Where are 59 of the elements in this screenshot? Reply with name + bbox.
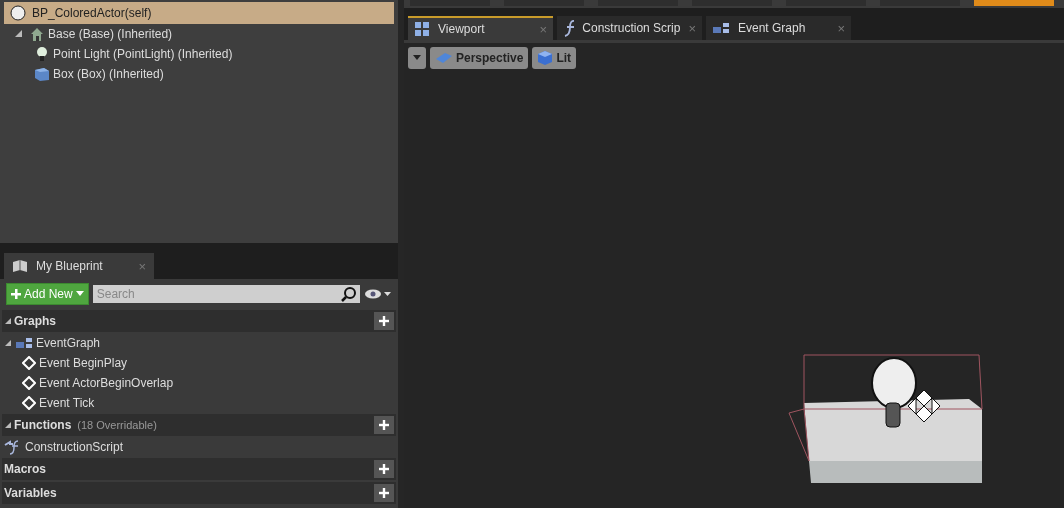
- graph-item[interactable]: EventGraph: [36, 336, 101, 350]
- graph-item[interactable]: ConstructionScript: [25, 440, 124, 454]
- house-icon: [29, 26, 45, 42]
- section-header[interactable]: Functions (18 Overridable): [2, 414, 397, 436]
- collapse-arrow-icon[interactable]: [4, 339, 12, 347]
- section-header[interactable]: Variables: [2, 482, 397, 504]
- graph-icon: [712, 21, 730, 35]
- collapse-arrow-icon: [4, 317, 12, 325]
- tree-item[interactable]: Point Light (PointLight) (Inherited): [53, 47, 233, 61]
- function-icon: [563, 19, 575, 37]
- editor-tab[interactable]: Construction Scrip ×: [557, 16, 702, 40]
- diamond-icon: [22, 356, 36, 370]
- add-button[interactable]: [374, 416, 395, 434]
- section-title: Functions: [14, 418, 72, 432]
- section-title: Macros: [4, 462, 47, 476]
- editor-tab[interactable]: Event Graph ×: [706, 16, 851, 40]
- section-header[interactable]: Macros: [2, 458, 397, 480]
- viewport[interactable]: Perspective Lit: [404, 40, 1064, 508]
- viewport-mode-button[interactable]: Perspective: [430, 47, 529, 69]
- graph-icon: [15, 336, 33, 350]
- book-icon: [12, 259, 28, 273]
- plus-icon: [379, 464, 390, 474]
- caret-icon: [413, 55, 421, 61]
- panel-tab[interactable]: My Blueprint ×: [4, 253, 154, 279]
- grid-icon: [414, 21, 430, 37]
- section-title: Graphs: [14, 314, 56, 328]
- viewport-menu-button[interactable]: [408, 47, 426, 69]
- eye-dropdown-icon[interactable]: [364, 288, 393, 300]
- add-button[interactable]: [374, 460, 395, 478]
- viewport-mode-button[interactable]: Lit: [532, 47, 577, 69]
- plus-icon: [11, 289, 21, 299]
- section-note: (18 Overridable): [77, 419, 157, 431]
- plus-icon: [379, 316, 390, 326]
- cube-icon: [34, 66, 50, 82]
- search-icon: [341, 286, 358, 302]
- tree-item[interactable]: Box (Box) (Inherited): [53, 67, 164, 81]
- add-button[interactable]: [374, 484, 395, 502]
- graph-item[interactable]: Event BeginPlay: [39, 356, 128, 370]
- collapse-arrow-icon: [4, 421, 12, 429]
- section-title: Variables: [4, 486, 57, 500]
- diamond-icon: [22, 396, 36, 410]
- tree-item[interactable]: Base (Base) (Inherited): [48, 27, 173, 41]
- search-field[interactable]: Search: [92, 285, 361, 303]
- tree-item[interactable]: BP_ColoredActor(self): [4, 2, 395, 24]
- slab-icon: [435, 52, 453, 64]
- section-header[interactable]: Graphs: [2, 310, 397, 332]
- diamond-icon: [22, 376, 36, 390]
- graph-item[interactable]: Event Tick: [39, 396, 95, 410]
- caret-icon: [75, 291, 84, 297]
- cube-icon: [537, 50, 554, 66]
- editor-tab[interactable]: Viewport ×: [408, 16, 553, 40]
- light-bulb-icon: [34, 46, 50, 62]
- collapse-arrow-icon[interactable]: [14, 29, 24, 39]
- graph-item[interactable]: Event ActorBeginOverlap: [39, 376, 174, 390]
- plus-icon: [379, 420, 390, 430]
- add-button[interactable]: [374, 312, 395, 330]
- plus-icon: [379, 488, 390, 498]
- tab-label: My Blueprint: [36, 259, 104, 273]
- sphere-icon: [10, 5, 26, 21]
